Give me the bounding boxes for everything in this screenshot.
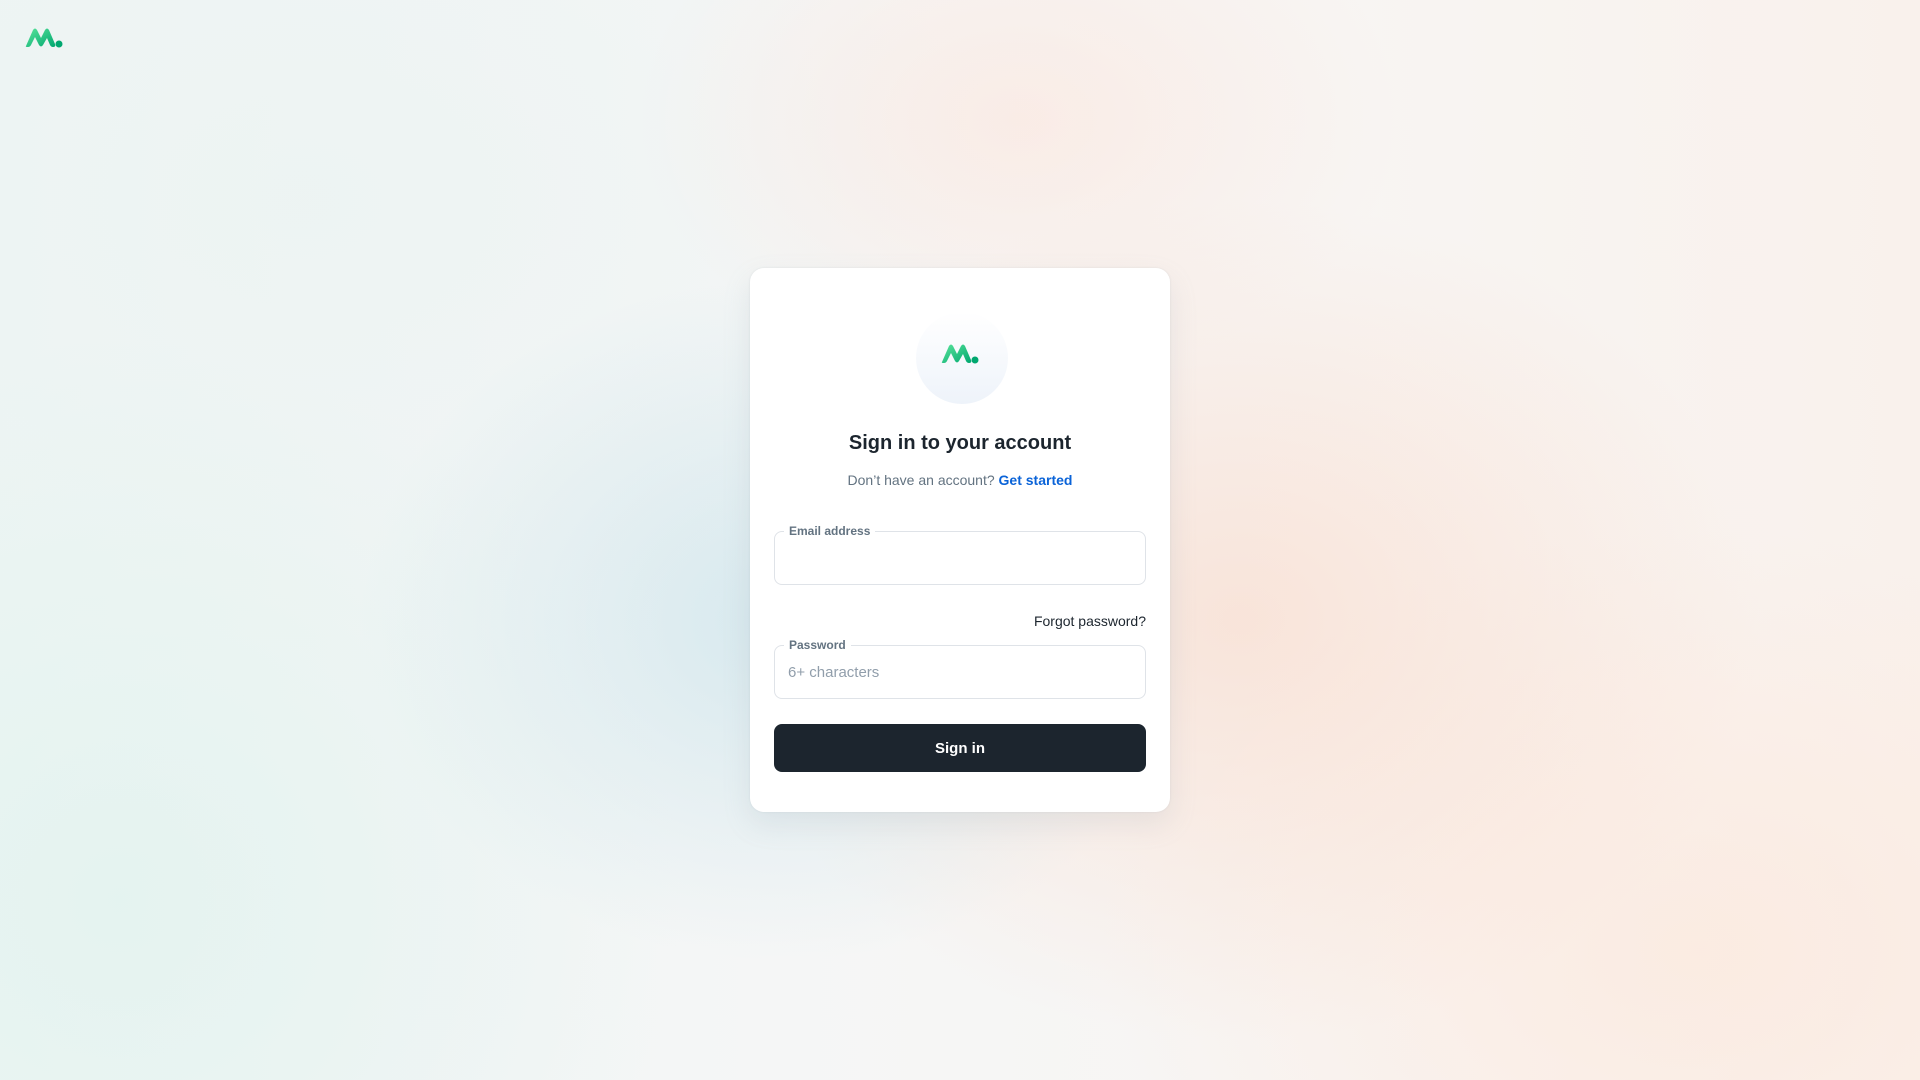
email-field: Email address [774,524,1146,585]
get-started-link[interactable]: Get started [999,472,1073,488]
sign-in-button[interactable]: Sign in [774,724,1146,772]
signin-card: Sign in to your account Don’t have an ac… [750,268,1170,812]
password-field: Password [774,638,1146,699]
email-input[interactable] [788,532,1128,584]
signup-prompt-text: Don’t have an account? [847,472,995,488]
brand-logo-icon[interactable] [24,24,64,50]
password-input[interactable] [788,646,1128,698]
card-logo-badge [916,312,1008,404]
forgot-password-link[interactable]: Forgot password? [1034,613,1146,629]
brand-logo-icon [941,344,979,364]
signup-prompt: Don’t have an account? Get started [750,472,1170,488]
page-title: Sign in to your account [848,432,1072,454]
